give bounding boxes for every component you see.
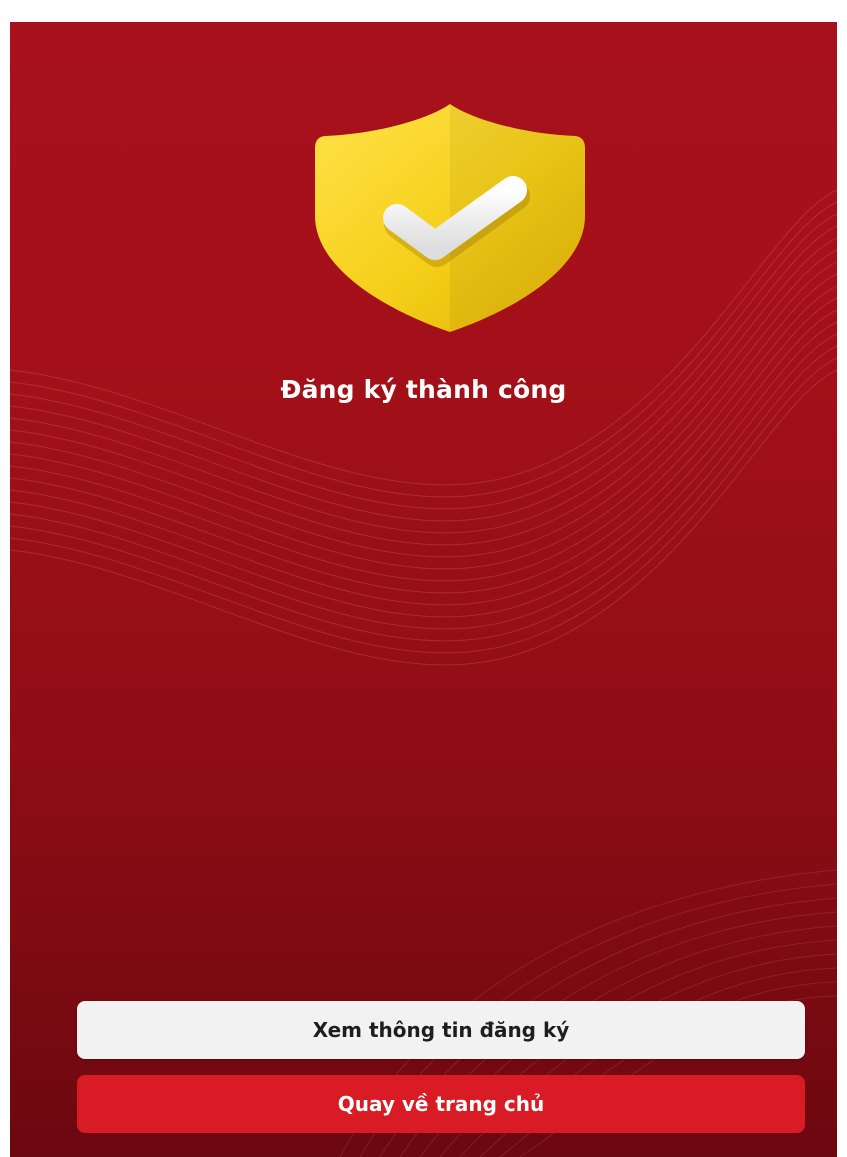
view-registration-info-button[interactable]: Xem thông tin đăng ký [77, 1001, 805, 1059]
top-cropped-area [0, 0, 847, 22]
success-title: Đăng ký thành công [280, 375, 567, 404]
go-home-button[interactable]: Quay về trang chủ [77, 1075, 805, 1133]
shield-check-icon [315, 104, 585, 332]
registration-success-screen: Đăng ký thành công Xem thông tin đăng ký… [10, 10, 837, 1157]
